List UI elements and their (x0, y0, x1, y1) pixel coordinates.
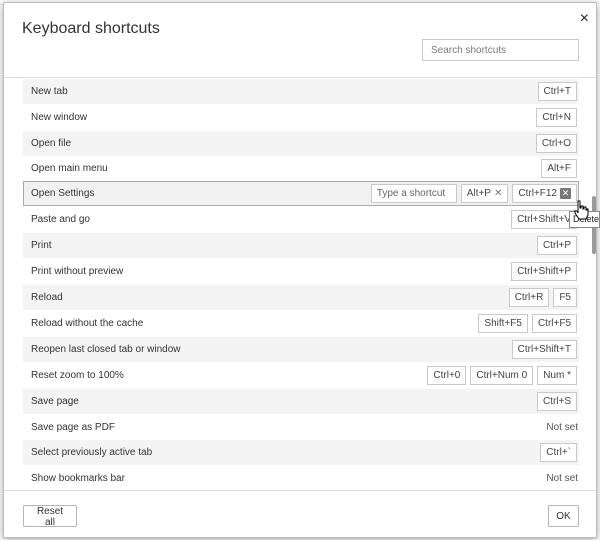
shortcut-label: Save page (31, 396, 79, 407)
shortcut-key[interactable]: Shift+F5 (478, 314, 528, 333)
shortcut-row-paste-and-go: Paste and go Ctrl+Shift+V (23, 207, 579, 232)
shortcut-key[interactable]: Ctrl+T (537, 82, 577, 101)
keyboard-shortcuts-dialog: Keyboard shortcuts × New tab Ctrl+T New … (3, 2, 597, 538)
shortcut-key[interactable]: Ctrl+Shift+P (511, 262, 577, 281)
dialog-header: Keyboard shortcuts × (4, 3, 596, 78)
shortcut-keys: Ctrl+T (537, 82, 577, 101)
dialog-footer: Reset all OK (4, 490, 596, 537)
shortcut-row-print: Print Ctrl+P (23, 233, 579, 258)
shortcut-keys: Ctrl+P (536, 236, 577, 255)
shortcut-row-select-previous-tab: Select previously active tab Ctrl+` (23, 440, 579, 465)
shortcut-key-label: Alt+P (466, 188, 491, 199)
shortcut-label: Reload without the cache (31, 318, 144, 329)
shortcut-label: Select previously active tab (31, 447, 153, 458)
shortcut-key[interactable]: Ctrl+0 (427, 366, 467, 385)
shortcut-keys: Ctrl+N (536, 108, 577, 127)
shortcut-label: Open Settings (31, 188, 95, 199)
shortcut-row-reopen-closed-tab: Reopen last closed tab or window Ctrl+Sh… (23, 337, 579, 362)
shortcut-row-reset-zoom: Reset zoom to 100% Ctrl+0 Ctrl+Num 0 Num… (23, 363, 579, 388)
ok-button[interactable]: OK (548, 505, 579, 527)
dialog-title: Keyboard shortcuts (22, 20, 160, 37)
shortcut-row-open-settings: Open Settings Type a shortcut Alt+P ✕ Ct… (23, 181, 579, 206)
not-set-text[interactable]: Not set (546, 466, 578, 491)
shortcut-row-save-page-as-pdf: Save page as PDF Not set (23, 415, 579, 440)
shortcut-keys: Ctrl+Shift+P (511, 262, 577, 281)
shortcut-key[interactable]: Ctrl+Shift+T (511, 340, 577, 359)
hand-cursor-icon (574, 200, 589, 220)
shortcut-keys: Ctrl+R F5 (508, 288, 577, 307)
shortcut-keys: Ctrl+S (536, 392, 577, 411)
shortcut-keys: Ctrl+0 Ctrl+Num 0 Num * (427, 366, 577, 385)
shortcut-label: Reload (31, 292, 63, 303)
delete-shortcut-icon[interactable]: ✕ (560, 188, 571, 199)
shortcut-key[interactable]: Ctrl+F5 (531, 314, 577, 333)
shortcut-row-open-main-menu: Open main menu Alt+F (23, 156, 579, 181)
shortcut-key[interactable]: F5 (553, 288, 577, 307)
shortcut-row-print-without-preview: Print without preview Ctrl+Shift+P (23, 259, 579, 284)
shortcut-key-label: Ctrl+F12 (518, 188, 557, 199)
shortcut-row-new-tab: New tab Ctrl+T (23, 79, 579, 104)
shortcut-row-show-bookmarks-bar: Show bookmarks bar Not set (23, 466, 579, 491)
shortcut-label: Reopen last closed tab or window (31, 344, 181, 355)
shortcut-label: New window (31, 112, 88, 123)
shortcut-keys: Ctrl+` (540, 443, 577, 462)
shortcut-key[interactable]: Ctrl+R (508, 288, 550, 307)
shortcut-key[interactable]: Ctrl+Num 0 (470, 366, 534, 385)
shortcut-label: Paste and go (31, 214, 90, 225)
shortcut-keys: Alt+F (541, 159, 577, 178)
search-input[interactable] (422, 39, 579, 61)
shortcut-label: Show bookmarks bar (31, 473, 125, 484)
shortcut-label: Open file (31, 138, 72, 149)
shortcut-keys: Ctrl+O (535, 134, 577, 153)
shortcut-row-reload: Reload Ctrl+R F5 (23, 285, 579, 310)
shortcut-label: Reset zoom to 100% (31, 370, 124, 381)
shortcut-label: Print (31, 240, 52, 251)
reset-all-button[interactable]: Reset all (23, 505, 77, 528)
shortcut-keys: Shift+F5 Ctrl+F5 (478, 314, 577, 333)
shortcut-list: New tab Ctrl+T New window Ctrl+N Open fi… (4, 78, 594, 492)
shortcut-row-new-window: New window Ctrl+N (23, 105, 579, 130)
shortcut-row-open-file: Open file Ctrl+O (23, 131, 579, 156)
shortcut-label: Open main menu (31, 163, 108, 174)
shortcut-row-reload-without-cache: Reload without the cache Shift+F5 Ctrl+F… (23, 311, 579, 336)
shortcut-key[interactable]: Alt+P ✕ (460, 184, 509, 203)
shortcut-key[interactable]: Ctrl+N (536, 108, 577, 127)
shortcut-row-save-page: Save page Ctrl+S (23, 389, 579, 414)
shortcut-label: Print without preview (31, 266, 124, 277)
shortcut-label: Save page as PDF (31, 422, 115, 433)
remove-shortcut-icon[interactable]: ✕ (494, 185, 502, 202)
type-shortcut-input[interactable]: Type a shortcut (370, 184, 457, 203)
shortcut-keys: Ctrl+Shift+T (511, 340, 577, 359)
shortcut-key[interactable]: Ctrl+O (535, 134, 577, 153)
shortcut-key[interactable]: Alt+F (541, 159, 577, 178)
shortcut-keys: Type a shortcut Alt+P ✕ Ctrl+F12 ✕ (370, 184, 577, 203)
shortcut-key[interactable]: Ctrl+F12 ✕ (512, 184, 577, 203)
shortcut-key[interactable]: Ctrl+S (536, 392, 577, 411)
shortcut-key[interactable]: Ctrl+P (536, 236, 577, 255)
not-set-text[interactable]: Not set (546, 415, 578, 440)
shortcut-label: New tab (31, 86, 68, 97)
shortcut-key[interactable]: Num * (537, 366, 577, 385)
shortcut-keys: Ctrl+Shift+V (511, 210, 577, 229)
shortcut-key[interactable]: Ctrl+` (540, 443, 577, 462)
close-icon[interactable]: × (580, 11, 589, 27)
shortcut-key[interactable]: Ctrl+Shift+V (511, 210, 577, 229)
